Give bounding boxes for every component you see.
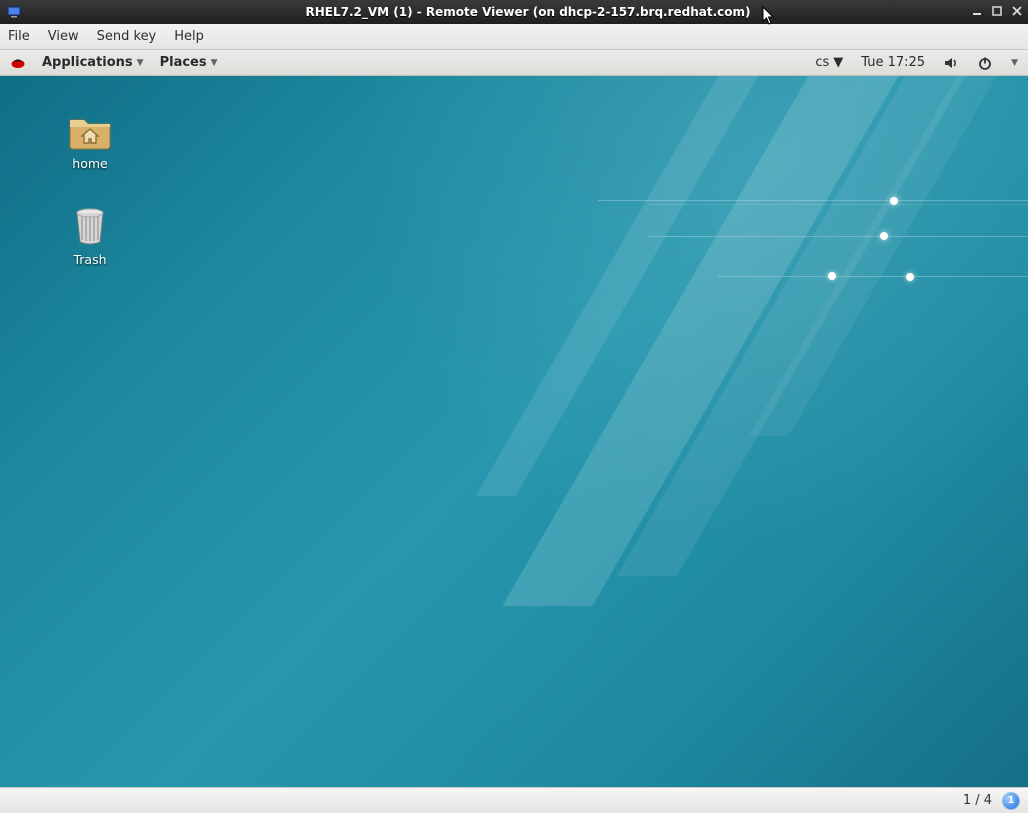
window-title: RHEL7.2_VM (1) - Remote Viewer (on dhcp-… — [28, 5, 1028, 19]
menu-view[interactable]: View — [48, 29, 79, 44]
window-controls — [970, 0, 1024, 24]
wallpaper-line — [648, 204, 1028, 205]
desktop-area[interactable]: home Trash — [0, 76, 1028, 787]
redhat-logo-icon — [10, 55, 26, 71]
applications-label: Applications — [42, 55, 133, 70]
caret-down-icon: ▼ — [833, 55, 843, 70]
places-label: Places — [160, 55, 207, 70]
close-icon[interactable] — [1010, 5, 1024, 20]
power-icon[interactable] — [977, 55, 993, 71]
input-language-button[interactable]: cs ▼ — [815, 55, 843, 70]
menu-sendkey[interactable]: Send key — [97, 29, 157, 44]
outer-titlebar[interactable]: RHEL7.2_VM (1) - Remote Viewer (on dhcp-… — [0, 0, 1028, 24]
monitor-icon — [6, 4, 22, 20]
wallpaper-dot — [828, 272, 836, 280]
panel-right: cs ▼ Tue 17:25 ▼ — [815, 55, 1018, 71]
desktop-icon-home[interactable]: home — [50, 108, 130, 171]
wallpaper-dot — [880, 232, 888, 240]
wallpaper-line — [648, 236, 1028, 237]
display-indicator-icon[interactable]: 1 — [1002, 792, 1020, 810]
viewer-statusbar: 1 / 4 1 — [0, 787, 1028, 813]
window-root: RHEL7.2_VM (1) - Remote Viewer (on dhcp-… — [0, 0, 1028, 813]
caret-down-icon: ▼ — [211, 58, 218, 68]
desktop-icon-label: home — [50, 156, 130, 171]
places-button[interactable]: Places ▼ — [160, 55, 218, 70]
display-pager[interactable]: 1 / 4 — [963, 793, 992, 808]
wallpaper-dot — [890, 197, 898, 205]
menu-help[interactable]: Help — [174, 29, 204, 44]
wallpaper-line — [598, 200, 1028, 201]
minimize-icon[interactable] — [970, 5, 984, 20]
desktop-icon-trash[interactable]: Trash — [50, 204, 130, 267]
panel-left: Applications ▼ Places ▼ — [10, 55, 218, 71]
wallpaper-dot — [906, 273, 914, 281]
folder-home-icon — [66, 108, 114, 152]
menu-file[interactable]: File — [8, 29, 30, 44]
language-label: cs — [815, 55, 829, 70]
trash-icon — [66, 204, 114, 248]
caret-down-icon: ▼ — [1011, 58, 1018, 68]
maximize-icon[interactable] — [990, 5, 1004, 20]
applications-button[interactable]: Applications ▼ — [42, 55, 144, 70]
wallpaper-line — [718, 276, 1028, 277]
volume-icon[interactable] — [943, 55, 959, 71]
clock-button[interactable]: Tue 17:25 — [861, 55, 925, 70]
desktop-icon-label: Trash — [50, 252, 130, 267]
caret-down-icon: ▼ — [137, 58, 144, 68]
gnome-top-panel: Applications ▼ Places ▼ cs ▼ Tue 17:25 ▼ — [0, 50, 1028, 76]
viewer-menubar: File View Send key Help — [0, 24, 1028, 50]
